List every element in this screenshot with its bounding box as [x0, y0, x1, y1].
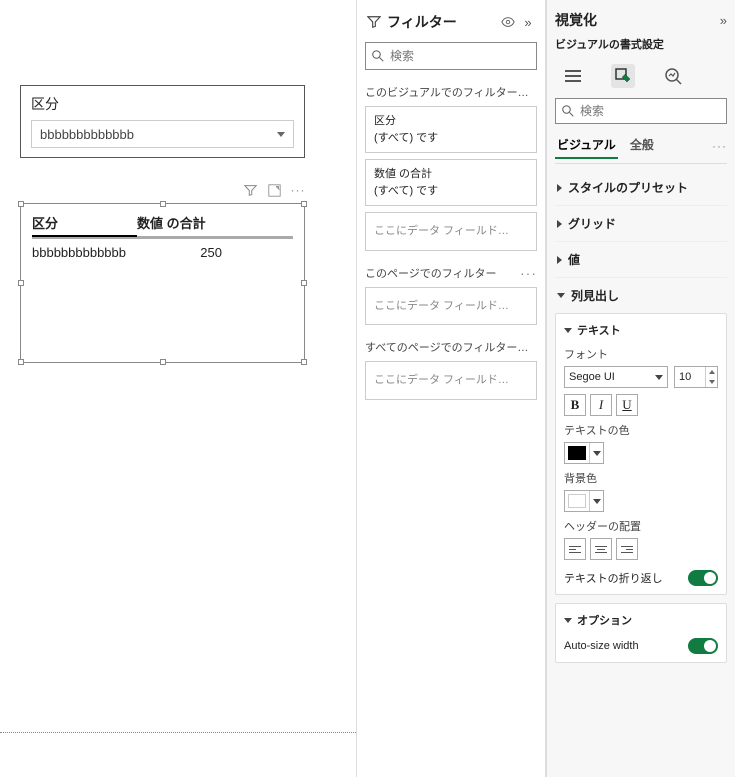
- filter-card[interactable]: 区分 (すべて) です: [365, 106, 537, 153]
- report-canvas[interactable]: 区分 bbbbbbbbbbbbb ··· 区分 数値 の合計 bbbbbbbbb…: [0, 0, 356, 777]
- font-size-stepper[interactable]: 10: [674, 366, 718, 388]
- search-icon: [562, 105, 574, 117]
- filter-icon: [367, 15, 381, 29]
- analytics-button[interactable]: [661, 64, 685, 88]
- filter-search[interactable]: [365, 42, 537, 70]
- accordion-grid[interactable]: グリッド: [555, 206, 727, 242]
- filter-drop-zone[interactable]: ここにデータ フィールド…: [365, 287, 537, 326]
- more-icon[interactable]: ···: [520, 265, 537, 281]
- filter-card-sub: (すべて) です: [374, 130, 528, 147]
- chevron-right-icon: [557, 184, 562, 192]
- chevron-down-icon: [564, 328, 572, 333]
- filter-icon[interactable]: [243, 183, 257, 197]
- field-label-font: フォント: [564, 346, 718, 362]
- wrap-label: テキストの折り返し: [564, 570, 663, 586]
- tab-visual[interactable]: ビジュアル: [555, 132, 618, 159]
- resize-handle[interactable]: [301, 359, 307, 365]
- accordion-column-headers[interactable]: 列見出し: [555, 278, 727, 313]
- format-search[interactable]: [555, 98, 727, 124]
- filters-title: フィルター: [387, 12, 495, 32]
- chevron-right-icon: [557, 256, 562, 264]
- resize-handle[interactable]: [18, 280, 24, 286]
- search-icon: [372, 50, 384, 62]
- filters-pane: フィルター » このビジュアルでのフィルター… 区分 (すべて) です 数値 の…: [356, 0, 546, 777]
- stepper-up[interactable]: [705, 367, 717, 377]
- field-label-bg-color: 背景色: [564, 470, 718, 486]
- color-swatch: [568, 494, 586, 508]
- font-family-select[interactable]: Segoe UI: [564, 366, 668, 388]
- visual-toolbar: ···: [20, 181, 305, 199]
- chevron-down-icon: [564, 618, 572, 623]
- slicer-value: bbbbbbbbbbbbb: [40, 127, 134, 142]
- filter-drop-zone[interactable]: ここにデータ フィールド…: [365, 212, 537, 251]
- build-visual-button[interactable]: [561, 64, 585, 88]
- slicer-visual[interactable]: 区分 bbbbbbbbbbbbb: [20, 85, 305, 158]
- eye-icon[interactable]: [501, 15, 515, 29]
- filter-drop-zone[interactable]: ここにデータ フィールド…: [365, 361, 537, 400]
- collapse-icon[interactable]: »: [720, 13, 727, 28]
- align-center-button[interactable]: [590, 538, 612, 560]
- accordion-values[interactable]: 値: [555, 242, 727, 278]
- viz-pane-subtitle: ビジュアルの書式設定: [555, 36, 727, 60]
- chevron-down-icon: [557, 293, 565, 298]
- bg-color-picker[interactable]: [564, 490, 604, 512]
- resize-handle[interactable]: [160, 359, 166, 365]
- field-label-align: ヘッダーの配置: [564, 518, 718, 534]
- cell: bbbbbbbbbbbbb: [32, 245, 137, 260]
- underline-button[interactable]: U: [616, 394, 638, 416]
- section-label: このビジュアルでのフィルター…: [365, 84, 529, 100]
- page-boundary: [0, 732, 356, 733]
- more-options-icon[interactable]: ···: [291, 183, 305, 197]
- text-format-panel: テキスト フォント Segoe UI 10 B I U テキストの色: [555, 313, 727, 595]
- chevron-down-icon: [277, 132, 285, 137]
- column-header-2[interactable]: 数値 の合計: [137, 213, 252, 232]
- options-panel: オプション Auto-size width: [555, 603, 727, 663]
- italic-button[interactable]: I: [590, 394, 612, 416]
- chevron-right-icon: [557, 220, 562, 228]
- format-visual-button[interactable]: [611, 64, 635, 88]
- format-search-input[interactable]: [580, 104, 735, 118]
- chevron-down-icon: [589, 443, 603, 463]
- section-label: このページでのフィルター: [365, 265, 497, 281]
- autosize-label: Auto-size width: [564, 640, 639, 652]
- chevron-down-icon: [655, 375, 663, 380]
- tab-general[interactable]: 全般: [628, 132, 656, 159]
- resize-handle[interactable]: [18, 359, 24, 365]
- align-right-button[interactable]: [616, 538, 638, 560]
- cell: 250: [137, 245, 222, 260]
- collapse-icon[interactable]: »: [521, 15, 535, 29]
- section-label: すべてのページでのフィルター…: [365, 339, 528, 355]
- text-color-picker[interactable]: [564, 442, 604, 464]
- table-row[interactable]: bbbbbbbbbbbbb 250: [32, 239, 293, 266]
- chevron-down-icon: [589, 491, 603, 511]
- field-label-text-color: テキストの色: [564, 422, 718, 438]
- viz-pane-title: 視覚化: [555, 10, 597, 30]
- filter-card[interactable]: 数値 の合計 (すべて) です: [365, 159, 537, 206]
- bold-button[interactable]: B: [564, 394, 586, 416]
- filter-search-input[interactable]: [390, 49, 545, 63]
- slicer-dropdown[interactable]: bbbbbbbbbbbbb: [31, 120, 294, 148]
- auto-size-width-toggle[interactable]: [688, 638, 718, 654]
- text-wrap-toggle[interactable]: [688, 570, 718, 586]
- table-header-row: 区分 数値 の合計: [32, 213, 293, 239]
- format-tabs: ビジュアル 全般 ···: [555, 132, 727, 164]
- filter-card-title: 数値 の合計: [374, 166, 528, 183]
- column-header-1[interactable]: 区分: [32, 213, 137, 237]
- color-swatch: [568, 446, 586, 460]
- filter-card-title: 区分: [374, 113, 528, 130]
- more-icon[interactable]: ···: [712, 139, 727, 153]
- accordion-style-presets[interactable]: スタイルのプリセット: [555, 170, 727, 206]
- table-visual[interactable]: 区分 数値 の合計 bbbbbbbbbbbbb 250: [20, 203, 305, 363]
- visualizations-pane: 視覚化 » ビジュアルの書式設定 ビジュアル 全般 ··· スタイルのプリセット…: [546, 0, 735, 777]
- mode-switcher: [555, 60, 727, 98]
- stepper-down[interactable]: [705, 377, 717, 387]
- align-left-button[interactable]: [564, 538, 586, 560]
- filter-card-sub: (すべて) です: [374, 183, 528, 200]
- focus-mode-icon[interactable]: [267, 183, 281, 197]
- resize-handle[interactable]: [301, 280, 307, 286]
- slicer-title: 区分: [31, 94, 294, 114]
